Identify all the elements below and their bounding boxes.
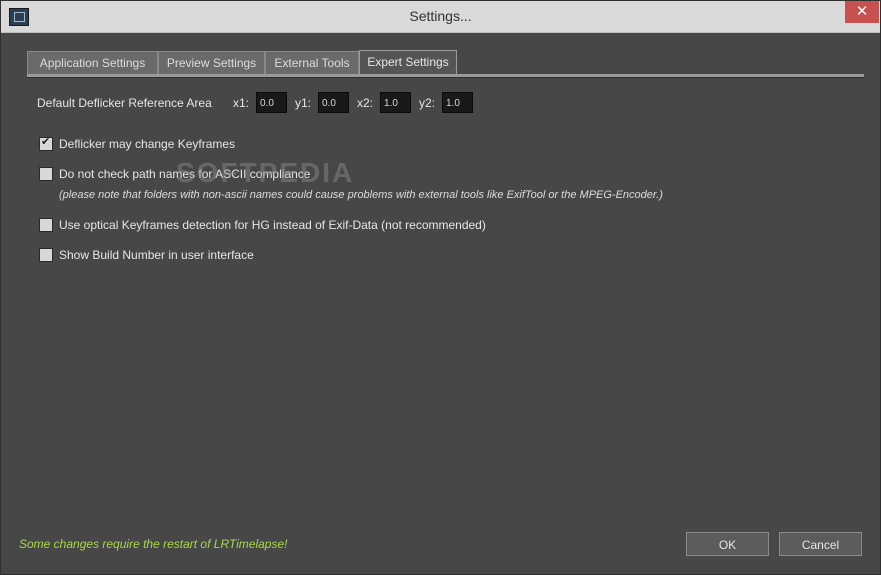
deflicker-area-label: Default Deflicker Reference Area xyxy=(37,96,212,110)
ok-button[interactable]: OK xyxy=(686,532,769,556)
softpedia-watermark: SOFTPEDIA xyxy=(176,157,355,188)
close-icon: ✕ xyxy=(855,3,869,20)
tab-application-settings[interactable]: Application Settings xyxy=(27,51,158,74)
optical-keyframes-label[interactable]: Use optical Keyframes detection for HG i… xyxy=(59,218,486,232)
optical-keyframes-checkbox[interactable] xyxy=(39,218,53,232)
settings-window: Settings... ✕ Application Settings Previ… xyxy=(0,0,881,575)
deflicker-keyframes-checkbox[interactable] xyxy=(39,135,53,151)
y2-field[interactable]: 1.0 xyxy=(442,92,473,113)
restart-note: Some changes require the restart of LRTi… xyxy=(19,537,288,551)
ascii-note: (please note that folders with non-ascii… xyxy=(59,189,663,201)
dialog-content xyxy=(9,33,873,567)
title-bar: Settings... ✕ xyxy=(1,1,880,33)
y1-label: y1: xyxy=(295,96,312,110)
build-number-label[interactable]: Show Build Number in user interface xyxy=(59,248,254,262)
tab-external-tools[interactable]: External Tools xyxy=(265,51,359,74)
y1-field[interactable]: 0.0 xyxy=(318,92,349,113)
deflicker-keyframes-label[interactable]: Deflicker may change Keyframes xyxy=(59,137,235,151)
tab-preview-settings[interactable]: Preview Settings xyxy=(158,51,265,74)
ascii-check-checkbox[interactable] xyxy=(39,167,53,181)
window-title: Settings... xyxy=(409,8,472,24)
build-number-checkbox[interactable] xyxy=(39,248,53,262)
x2-field[interactable]: 1.0 xyxy=(380,92,411,113)
close-button[interactable]: ✕ xyxy=(845,1,879,23)
x1-label: x1: xyxy=(233,96,250,110)
x2-label: x2: xyxy=(357,96,374,110)
x1-field[interactable]: 0.0 xyxy=(256,92,287,113)
cancel-button[interactable]: Cancel xyxy=(779,532,862,556)
y2-label: y2: xyxy=(419,96,436,110)
tab-expert-settings[interactable]: Expert Settings xyxy=(359,50,457,75)
tab-divider xyxy=(27,74,864,78)
